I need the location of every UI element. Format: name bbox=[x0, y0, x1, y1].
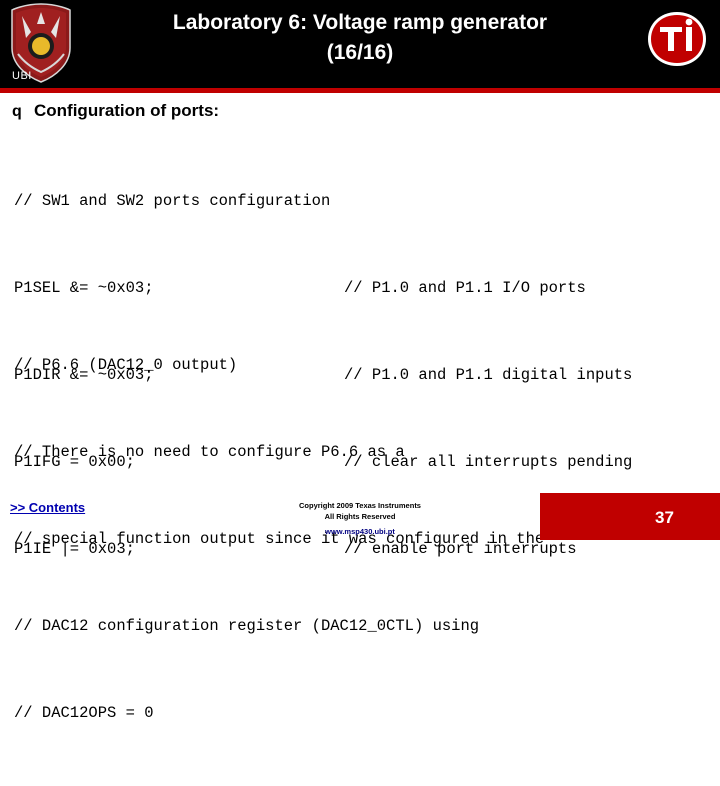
website-link[interactable]: www.msp430.ubi.pt bbox=[190, 526, 530, 537]
code-statement: // DAC12OPS = 0 bbox=[14, 704, 154, 722]
code-line: // DAC12 configuration register (DAC12_0… bbox=[14, 612, 544, 641]
footer-accent-block bbox=[540, 493, 720, 540]
copyright-line-1: Copyright 2009 Texas Instruments bbox=[299, 501, 421, 510]
code-line: // DAC12OPS = 0 bbox=[14, 699, 544, 728]
page-title-line2: (16/16) bbox=[326, 41, 394, 64]
code-statement: // There is no need to configure P6.6 as… bbox=[14, 443, 405, 461]
code-statement: // P6.6 (DAC12_0 output) bbox=[14, 356, 238, 374]
copyright-notice: Copyright 2009 Texas Instruments All Rig… bbox=[190, 500, 530, 537]
code-line: // There is no need to configure P6.6 as… bbox=[14, 438, 544, 467]
page-number: 37 bbox=[655, 508, 674, 527]
slide-header: UBI Laboratory 6: Voltage ramp generator… bbox=[0, 0, 720, 88]
page-title-line1: Laboratory 6: Voltage ramp generator bbox=[172, 11, 548, 34]
bullet-marker-icon: q bbox=[12, 103, 22, 120]
section-bullet-label: Configuration of ports: bbox=[34, 101, 220, 120]
code-line: // SW1 and SW2 ports configuration bbox=[14, 187, 632, 216]
texas-instruments-logo-icon bbox=[644, 10, 710, 68]
code-statement: // SW1 and SW2 ports configuration bbox=[14, 192, 331, 210]
code-statement: // DAC12 configuration register (DAC12_0… bbox=[14, 617, 480, 635]
ubi-label: UBI bbox=[12, 70, 32, 82]
slide-body: q Configuration of ports: // SW1 and SW2 … bbox=[0, 93, 720, 722]
code-line: // P6.6 (DAC12_0 output) bbox=[14, 351, 544, 380]
page-title: Laboratory 6: Voltage ramp generator (16… bbox=[90, 8, 630, 68]
section-bullet: q Configuration of ports: bbox=[12, 101, 219, 121]
copyright-line-2: All Rights Reserved bbox=[324, 512, 396, 521]
contents-link[interactable]: >> Contents bbox=[10, 500, 85, 515]
